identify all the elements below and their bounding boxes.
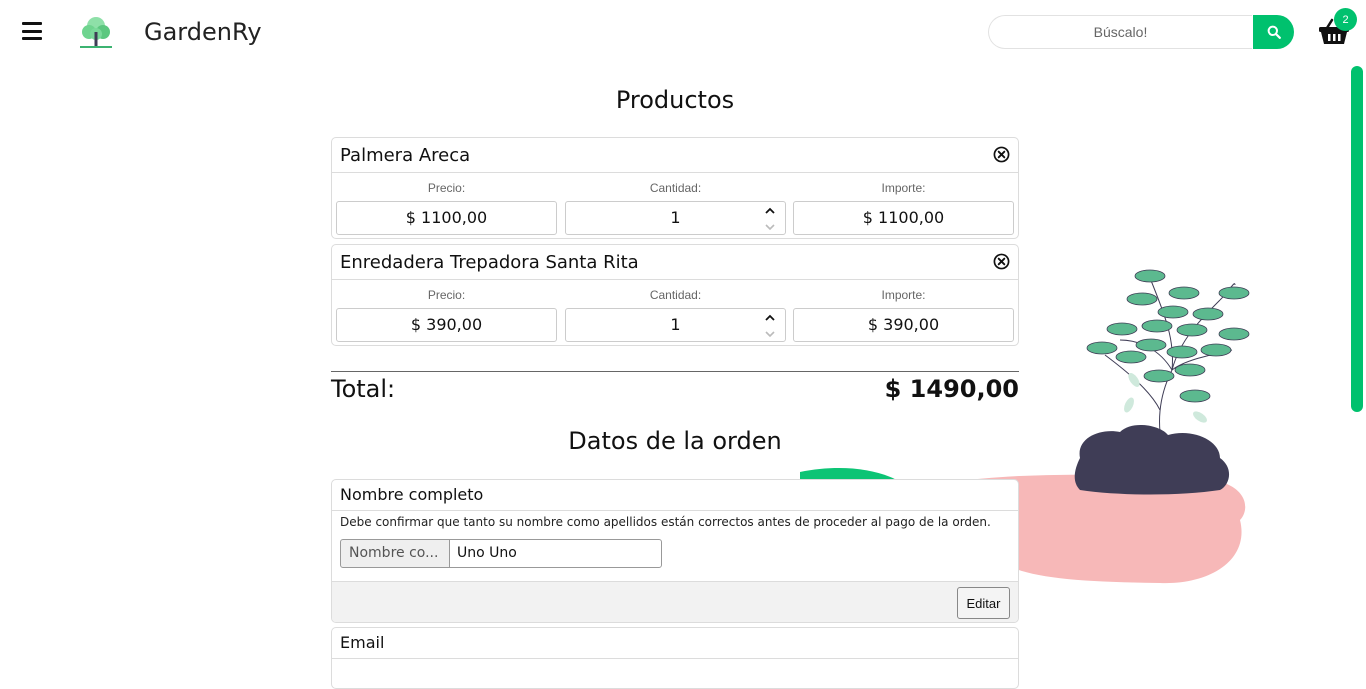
amount-label: Importe: — [881, 288, 926, 302]
brand-name[interactable]: GardenRy — [144, 18, 262, 46]
search-bar — [988, 15, 1294, 49]
stepper-arrows[interactable] — [763, 204, 777, 234]
menu-icon[interactable] — [22, 22, 42, 42]
top-navbar: GardenRy 2 — [0, 0, 1366, 66]
price-field: $ 1100,00 — [336, 201, 557, 235]
quantity-stepper[interactable]: 1 — [565, 308, 786, 342]
product-header: Enredadera Trepadora Santa Rita — [332, 245, 1018, 280]
chevron-up-icon — [765, 314, 775, 321]
full-name-title: Nombre completo — [340, 485, 484, 504]
search-icon — [1267, 25, 1281, 39]
product-card: Enredadera Trepadora Santa Rita Precio: … — [331, 244, 1019, 346]
stepper-arrows[interactable] — [763, 311, 777, 341]
products-title: Productos — [615, 86, 735, 114]
full-name-card-header: Nombre completo — [332, 480, 1018, 511]
email-card-header: Email — [332, 628, 1018, 659]
edit-button[interactable]: Editar — [957, 587, 1010, 619]
full-name-card-footer: Editar — [332, 581, 1018, 622]
quantity-label: Cantidad: — [649, 181, 702, 195]
full-name-help-text: Debe confirmar que tanto su nombre como … — [340, 515, 991, 529]
amount-label: Importe: — [881, 181, 926, 195]
email-title: Email — [340, 633, 385, 652]
full-name-card: Nombre completo Debe confirmar que tanto… — [331, 479, 1019, 623]
amount-field: $ 1100,00 — [793, 201, 1014, 235]
quantity-label: Cantidad: — [649, 288, 702, 302]
full-name-input-group: Nombre co... Uno Uno — [340, 539, 662, 568]
email-card: Email — [331, 627, 1019, 689]
full-name-field[interactable]: Uno Uno — [449, 539, 662, 568]
price-field: $ 390,00 — [336, 308, 557, 342]
product-header: Palmera Areca — [332, 138, 1018, 173]
product-name: Enredadera Trepadora Santa Rita — [340, 252, 639, 273]
amount-field: $ 390,00 — [793, 308, 1014, 342]
order-data-title: Datos de la orden — [568, 427, 782, 455]
scrollbar-thumb[interactable] — [1351, 66, 1363, 412]
chevron-down-icon — [765, 224, 775, 231]
price-label: Precio: — [427, 288, 466, 302]
remove-circle-icon[interactable] — [993, 253, 1010, 270]
price-label: Precio: — [427, 181, 466, 195]
total-divider — [331, 371, 1019, 372]
search-button[interactable] — [1253, 15, 1294, 49]
product-name: Palmera Areca — [340, 145, 471, 166]
search-input[interactable] — [988, 15, 1252, 49]
total-label: Total: — [331, 375, 396, 403]
quantity-stepper[interactable]: 1 — [565, 201, 786, 235]
tree-logo-icon[interactable] — [80, 14, 112, 50]
chevron-up-icon — [765, 207, 775, 214]
total-value: $ 1490,00 — [884, 375, 1019, 403]
remove-circle-icon[interactable] — [993, 146, 1010, 163]
chevron-down-icon — [765, 331, 775, 338]
quantity-value: 1 — [670, 208, 681, 227]
quantity-value: 1 — [670, 315, 681, 334]
product-card: Palmera Areca Precio: Cantidad: Importe:… — [331, 137, 1019, 239]
cart-count-badge: 2 — [1334, 8, 1357, 31]
full-name-addon: Nombre co... — [340, 539, 450, 568]
